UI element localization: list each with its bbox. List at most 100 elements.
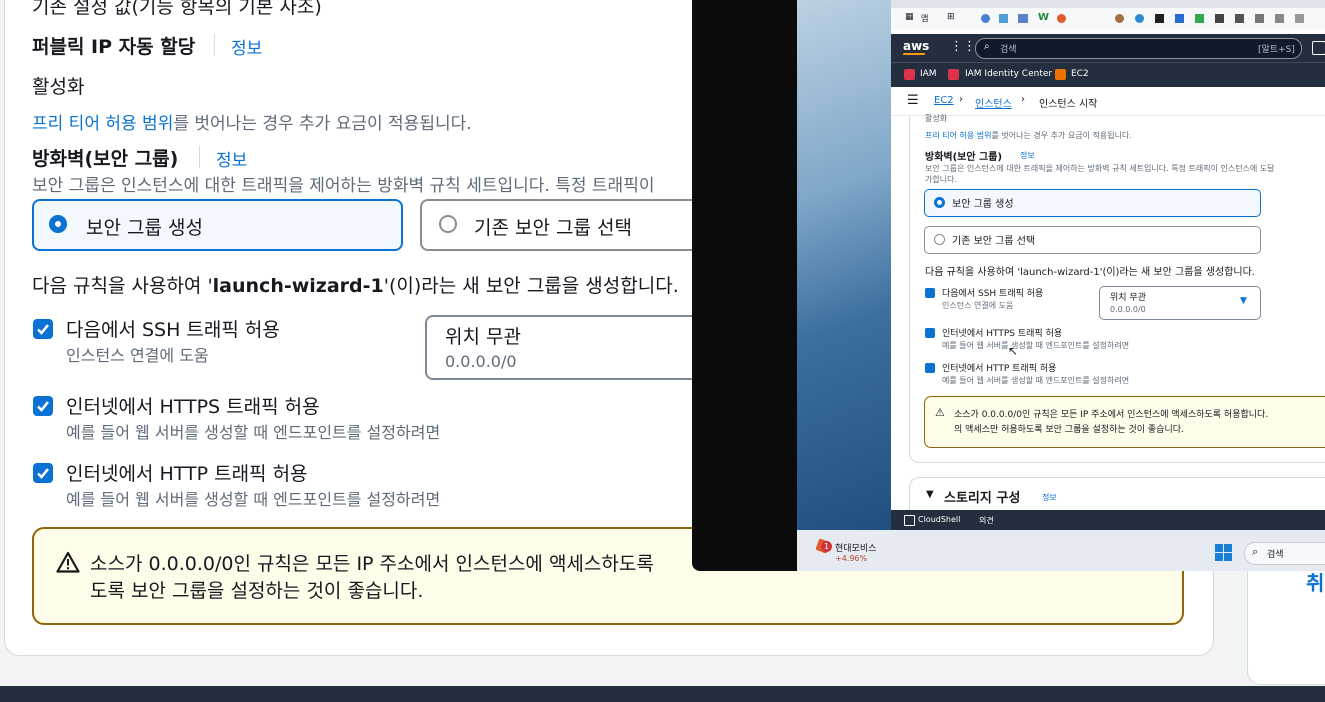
stock-name[interactable]: 현대모비스 xyxy=(835,541,876,554)
iam-icon xyxy=(904,69,915,80)
breadcrumb-launch-instance: 인스턴스 시작 xyxy=(1039,99,1098,110)
taskbar-search[interactable]: ⌕ 검색 xyxy=(1244,542,1325,565)
previous-section-text: 기존 설정 값(기능 항목의 기본 사조) xyxy=(32,0,322,18)
overlay-free-tier-text: 를 벗어나는 경우 추가 요금이 적용됩니다. xyxy=(991,131,1132,140)
overlay-create-group-label: 보안 그룹 생성 xyxy=(952,199,1014,210)
taskbar-search-label: 검색 xyxy=(1267,550,1284,560)
search-placeholder: 검색 xyxy=(1000,45,1017,55)
select-existing-group-label: 기존 보안 그룹 선택 xyxy=(474,217,632,239)
overlay-free-tier-link[interactable]: 프리 티어 허용 범위 xyxy=(925,131,992,140)
radio-unselected[interactable] xyxy=(439,215,457,233)
free-tier-note: 프리 티어 허용 범위를 벗어나는 경우 추가 요금이 적용됩니다. xyxy=(32,109,472,134)
radio-selected[interactable] xyxy=(49,215,67,233)
search-icon: ⌕ xyxy=(1252,545,1259,558)
create-security-group-option[interactable]: 보안 그룹 생성 xyxy=(32,199,403,251)
firewall-label: 방화벽(보안 그룹) xyxy=(32,148,179,170)
overlay-top-cut: 활성화 xyxy=(925,114,948,123)
https-rule-title: 인터넷에서 HTTPS 트래픽 허용 xyxy=(66,396,320,418)
menu-icon[interactable]: ☰ xyxy=(907,93,919,108)
overlay-ssh-checkbox[interactable] xyxy=(925,288,935,298)
search-icon: ⌕ xyxy=(984,41,990,52)
cancel-button-partial[interactable]: 취 xyxy=(1306,567,1324,596)
http-rule-desc: 예를 들어 웹 서버를 생성할 때 엔드포인트를 설정하려면 xyxy=(66,490,441,509)
bookmark-icon[interactable] xyxy=(1195,14,1204,23)
global-search-input[interactable]: ⌕ 검색 [알트+S] xyxy=(975,38,1302,59)
bookmark-icon[interactable] xyxy=(999,14,1008,23)
favorite-iam[interactable]: IAM xyxy=(920,69,937,79)
bookmark-icon[interactable] xyxy=(1057,14,1066,23)
bookmark-icon[interactable] xyxy=(1215,14,1224,23)
favorites-bar: IAM IAM Identity Center EC2 xyxy=(891,62,1325,87)
overlay-existing-group-option[interactable]: 기존 보안 그룹 선택 xyxy=(924,226,1261,254)
public-ip-info-link[interactable]: 정보 xyxy=(231,34,262,59)
radio-unselected[interactable] xyxy=(934,234,945,245)
ssh-source-value: 위치 무관 xyxy=(445,326,521,348)
create-security-group-label: 보안 그룹 생성 xyxy=(86,217,203,239)
warning-icon xyxy=(56,551,80,573)
bookmark-icon[interactable] xyxy=(1175,14,1184,23)
overlay-firewall-desc-2: 가합니다. xyxy=(925,175,957,184)
https-checkbox[interactable] xyxy=(33,396,53,416)
bookmark-icon[interactable] xyxy=(1155,14,1164,23)
select-existing-group-option[interactable]: 기존 보안 그룹 선택 xyxy=(420,199,710,251)
overlay-https-title: 인터넷에서 HTTPS 트래픽 허용 xyxy=(942,329,1063,339)
overlay-ssh-source-cidr: 0.0.0.0/0 xyxy=(1110,305,1146,314)
cloudshell-icon[interactable] xyxy=(1312,41,1325,55)
cloudshell-icon[interactable] xyxy=(904,515,915,526)
console-footer-bar xyxy=(0,686,1325,702)
overlay-rule-sentence: 다음 규칙을 사용하여 'launch-wizard-1'(이)라는 새 보안 … xyxy=(925,267,1255,278)
firewall-description: 보안 그룹은 인스턴스에 대한 트래픽을 제어하는 방화벽 규칙 세트입니다. … xyxy=(32,176,655,196)
overlay-create-group-option[interactable]: 보안 그룹 생성 xyxy=(924,189,1261,217)
grid-icon[interactable]: ⊞ xyxy=(947,12,955,22)
aws-logo[interactable]: aws xyxy=(903,39,929,53)
ssh-source-select[interactable]: 위치 무관 0.0.0.0/0 xyxy=(425,315,705,380)
ssh-checkbox[interactable] xyxy=(33,319,53,339)
overlay-firewall-info[interactable]: 정보 xyxy=(1020,150,1035,161)
bookmark-icon[interactable]: W xyxy=(1038,12,1049,23)
firewall-info-link[interactable]: 정보 xyxy=(216,146,247,171)
identity-center-icon xyxy=(948,69,959,80)
free-tier-link[interactable]: 프리 티어 허용 범위 xyxy=(32,114,173,134)
browser-tab-strip xyxy=(891,0,1325,8)
bookmark-icon[interactable] xyxy=(1018,14,1028,23)
bookmark-icon[interactable] xyxy=(1135,14,1144,23)
storage-info-link[interactable]: 정보 xyxy=(1042,492,1057,503)
overlay-https-checkbox[interactable] xyxy=(925,328,935,338)
overlay-dark-area xyxy=(692,0,797,571)
desktop-wallpaper xyxy=(797,0,891,540)
browser-window: ▦ 앱 ⊞ W aws ⋮⋮⋮ ⌕ 검색 [알트+S] IAM IAM Iden… xyxy=(891,0,1325,530)
http-checkbox[interactable] xyxy=(33,463,53,483)
overlay-https-desc: 예를 들어 웹 서버를 생성할 때 엔드포인트를 설정하려면 xyxy=(942,341,1130,350)
overlay-http-title: 인터넷에서 HTTP 트래픽 허용 xyxy=(942,364,1057,374)
breadcrumb-instances[interactable]: 인스턴스 xyxy=(975,95,1012,110)
stock-change: +4.96% xyxy=(835,554,868,563)
overlay-ssh-desc: 인스턴스 연결에 도움 xyxy=(942,301,1014,310)
overlay-http-checkbox[interactable] xyxy=(925,363,935,373)
ssh-rule-title: 다음에서 SSH 트래픽 허용 xyxy=(66,319,280,341)
bookmark-icon[interactable] xyxy=(1275,14,1284,23)
windows-start-icon[interactable] xyxy=(1215,544,1232,561)
overlay-warning-line-2: 의 액세스만 허용하도록 보안 그룹을 설정하는 것이 좋습니다. xyxy=(954,425,1184,435)
bookmark-icon[interactable] xyxy=(1235,14,1244,23)
feedback-link[interactable]: 의견 xyxy=(979,515,994,526)
breadcrumb-ec2[interactable]: EC2 xyxy=(934,95,954,106)
apps-icon[interactable]: ▦ xyxy=(905,12,914,22)
caret-down-icon[interactable]: ▼ xyxy=(926,489,934,500)
overlay-ssh-source-select[interactable]: 위치 무관 0.0.0.0/0 ▼ xyxy=(1099,286,1261,320)
mouse-cursor-icon: ↖ xyxy=(1008,344,1019,358)
bookmark-icon[interactable] xyxy=(1255,14,1264,23)
cloudshell-link[interactable]: CloudShell xyxy=(918,515,960,524)
favorite-ec2[interactable]: EC2 xyxy=(1071,69,1089,79)
bookmark-icon[interactable] xyxy=(1295,14,1304,23)
free-tier-note-text: 를 벗어나는 경우 추가 요금이 적용됩니다. xyxy=(173,114,472,134)
rule-sentence: 다음 규칙을 사용하여 'launch-wizard-1'(이)라는 새 보안 … xyxy=(32,271,679,298)
aws-logo-smile xyxy=(903,53,925,55)
favorite-identity-center[interactable]: IAM Identity Center xyxy=(965,69,1052,79)
radio-selected[interactable] xyxy=(934,197,945,208)
overlay-ssh-source-value: 위치 무관 xyxy=(1110,293,1146,303)
ssh-rule-desc: 인스턴스 연결에 도움 xyxy=(66,346,209,365)
overlay-console-footer: CloudShell 의견 xyxy=(891,510,1325,530)
http-rule-title: 인터넷에서 HTTP 트래픽 허용 xyxy=(66,463,308,485)
bookmark-icon[interactable] xyxy=(981,14,990,23)
bookmark-icon[interactable] xyxy=(1115,14,1124,23)
